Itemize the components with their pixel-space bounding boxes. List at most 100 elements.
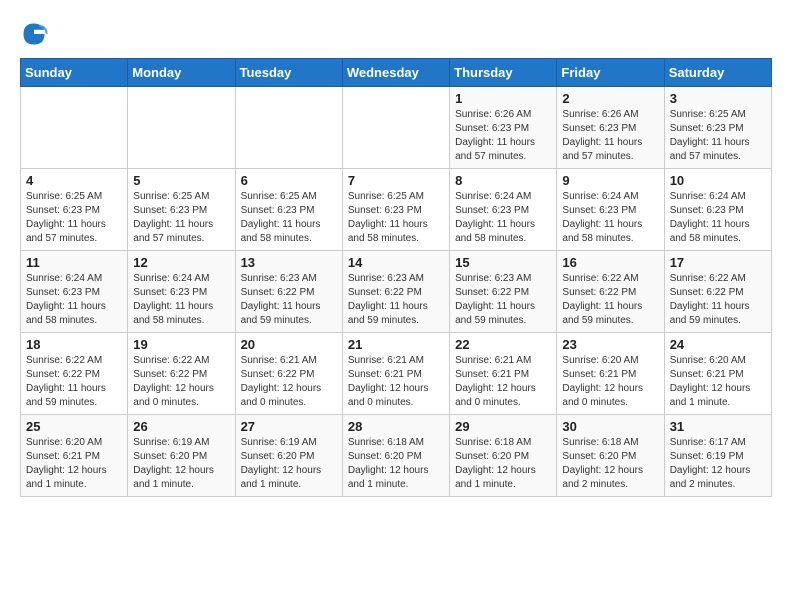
calendar-cell: 3Sunrise: 6:25 AM Sunset: 6:23 PM Daylig…	[664, 87, 771, 169]
day-info: Sunrise: 6:21 AM Sunset: 6:21 PM Dayligh…	[348, 354, 444, 410]
logo-icon	[20, 20, 48, 48]
day-number: 8	[455, 173, 551, 188]
day-info: Sunrise: 6:25 AM Sunset: 6:23 PM Dayligh…	[133, 190, 229, 246]
day-number: 4	[26, 173, 122, 188]
calendar-cell: 15 Sunrise: 6:23 AM Sunset: 6:22 PM Dayli…	[450, 251, 557, 333]
day-info: Sunrise: 6:24 AM Sunset: 6:23 PM Dayligh…	[670, 190, 766, 246]
calendar-cell: 23 Sunrise: 6:20 AM Sunset: 6:21 PM Dayli…	[557, 333, 664, 415]
day-number: 16	[562, 255, 658, 270]
day-info: Sunrise: 6:24 AM Sunset: 6:23 PM Dayligh…	[455, 190, 551, 246]
calendar-cell: 22 Sunrise: 6:21 AM Sunset: 6:21 PM Dayli…	[450, 333, 557, 415]
day-info: Sunrise: 6:25 AM Sunset: 6:23 PM Dayligh…	[241, 190, 337, 246]
day-info: Sunrise: 6:23 AM Sunset: 6:22 PM Dayligh…	[455, 272, 551, 328]
day-info: Sunrise: 6:18 AM Sunset: 6:20 PM Dayligh…	[348, 436, 444, 492]
day-info: Sunrise: 6:26 AM Sunset: 6:23 PM Dayligh…	[562, 108, 658, 164]
calendar-cell: 9 Sunrise: 6:24 AM Sunset: 6:23 PM Daylig…	[557, 169, 664, 251]
calendar-cell: 11Sunrise: 6:24 AM Sunset: 6:23 PM Dayli…	[21, 251, 128, 333]
day-number: 5	[133, 173, 229, 188]
day-number: 23	[562, 337, 658, 352]
calendar-cell	[128, 87, 235, 169]
day-info: Sunrise: 6:25 AM Sunset: 6:23 PM Dayligh…	[26, 190, 122, 246]
calendar-cell	[235, 87, 342, 169]
calendar-header-row: SundayMondayTuesdayWednesdayThursdayFrid…	[21, 59, 772, 87]
day-number: 12	[133, 255, 229, 270]
calendar-week-row: 18 Sunrise: 6:22 AM Sunset: 6:22 PM Dayli…	[21, 333, 772, 415]
calendar-cell: 5 Sunrise: 6:25 AM Sunset: 6:23 PM Daylig…	[128, 169, 235, 251]
day-number: 21	[348, 337, 444, 352]
day-info: Sunrise: 6:20 AM Sunset: 6:21 PM Dayligh…	[670, 354, 766, 410]
calendar-cell: 21 Sunrise: 6:21 AM Sunset: 6:21 PM Dayli…	[342, 333, 449, 415]
day-info: Sunrise: 6:24 AM Sunset: 6:23 PM Dayligh…	[562, 190, 658, 246]
day-of-week-header: Tuesday	[235, 59, 342, 87]
day-number: 9	[562, 173, 658, 188]
calendar-cell: 14Sunrise: 6:23 AM Sunset: 6:22 PM Dayli…	[342, 251, 449, 333]
day-number: 31	[670, 419, 766, 434]
day-number: 26	[133, 419, 229, 434]
day-number: 2	[562, 91, 658, 106]
calendar-week-row: 25 Sunrise: 6:20 AM Sunset: 6:21 PM Dayli…	[21, 415, 772, 497]
day-info: Sunrise: 6:19 AM Sunset: 6:20 PM Dayligh…	[241, 436, 337, 492]
calendar-week-row: 4 Sunrise: 6:25 AM Sunset: 6:23 PM Daylig…	[21, 169, 772, 251]
calendar-cell: 16 Sunrise: 6:22 AM Sunset: 6:22 PM Dayli…	[557, 251, 664, 333]
day-number: 30	[562, 419, 658, 434]
day-info: Sunrise: 6:18 AM Sunset: 6:20 PM Dayligh…	[455, 436, 551, 492]
calendar-week-row: 11Sunrise: 6:24 AM Sunset: 6:23 PM Dayli…	[21, 251, 772, 333]
day-number: 10	[670, 173, 766, 188]
day-number: 17	[670, 255, 766, 270]
day-of-week-header: Thursday	[450, 59, 557, 87]
calendar-cell: 12 Sunrise: 6:24 AM Sunset: 6:23 PM Dayli…	[128, 251, 235, 333]
day-number: 18	[26, 337, 122, 352]
day-info: Sunrise: 6:24 AM Sunset: 6:23 PM Dayligh…	[133, 272, 229, 328]
day-of-week-header: Monday	[128, 59, 235, 87]
calendar-cell: 13 Sunrise: 6:23 AM Sunset: 6:22 PM Dayli…	[235, 251, 342, 333]
day-of-week-header: Wednesday	[342, 59, 449, 87]
day-number: 6	[241, 173, 337, 188]
day-info: Sunrise: 6:24 AM Sunset: 6:23 PM Dayligh…	[26, 272, 122, 328]
day-info: Sunrise: 6:22 AM Sunset: 6:22 PM Dayligh…	[133, 354, 229, 410]
calendar-week-row: 1Sunrise: 6:26 AM Sunset: 6:23 PM Daylig…	[21, 87, 772, 169]
calendar-cell: 28Sunrise: 6:18 AM Sunset: 6:20 PM Dayli…	[342, 415, 449, 497]
calendar-cell	[342, 87, 449, 169]
calendar-cell: 27 Sunrise: 6:19 AM Sunset: 6:20 PM Dayli…	[235, 415, 342, 497]
day-of-week-header: Friday	[557, 59, 664, 87]
day-number: 27	[241, 419, 337, 434]
day-info: Sunrise: 6:26 AM Sunset: 6:23 PM Dayligh…	[455, 108, 551, 164]
day-number: 3	[670, 91, 766, 106]
day-number: 7	[348, 173, 444, 188]
day-number: 15	[455, 255, 551, 270]
calendar-cell: 6 Sunrise: 6:25 AM Sunset: 6:23 PM Daylig…	[235, 169, 342, 251]
day-info: Sunrise: 6:19 AM Sunset: 6:20 PM Dayligh…	[133, 436, 229, 492]
day-number: 25	[26, 419, 122, 434]
day-number: 13	[241, 255, 337, 270]
page-header	[20, 20, 772, 48]
calendar-cell: 7Sunrise: 6:25 AM Sunset: 6:23 PM Daylig…	[342, 169, 449, 251]
day-info: Sunrise: 6:20 AM Sunset: 6:21 PM Dayligh…	[26, 436, 122, 492]
calendar-cell: 17 Sunrise: 6:22 AM Sunset: 6:22 PM Dayli…	[664, 251, 771, 333]
day-info: Sunrise: 6:23 AM Sunset: 6:22 PM Dayligh…	[348, 272, 444, 328]
day-info: Sunrise: 6:22 AM Sunset: 6:22 PM Dayligh…	[562, 272, 658, 328]
day-of-week-header: Sunday	[21, 59, 128, 87]
calendar-table: SundayMondayTuesdayWednesdayThursdayFrid…	[20, 58, 772, 497]
calendar-cell: 18Sunrise: 6:22 AM Sunset: 6:22 PM Dayli…	[21, 333, 128, 415]
day-info: Sunrise: 6:22 AM Sunset: 6:22 PM Dayligh…	[670, 272, 766, 328]
calendar-cell: 8 Sunrise: 6:24 AM Sunset: 6:23 PM Daylig…	[450, 169, 557, 251]
calendar-cell: 19 Sunrise: 6:22 AM Sunset: 6:22 PM Dayli…	[128, 333, 235, 415]
calendar-cell: 24Sunrise: 6:20 AM Sunset: 6:21 PM Dayli…	[664, 333, 771, 415]
logo	[20, 20, 52, 48]
calendar-cell: 20Sunrise: 6:21 AM Sunset: 6:22 PM Dayli…	[235, 333, 342, 415]
calendar-cell: 1Sunrise: 6:26 AM Sunset: 6:23 PM Daylig…	[450, 87, 557, 169]
day-number: 22	[455, 337, 551, 352]
day-info: Sunrise: 6:17 AM Sunset: 6:19 PM Dayligh…	[670, 436, 766, 492]
day-info: Sunrise: 6:23 AM Sunset: 6:22 PM Dayligh…	[241, 272, 337, 328]
day-info: Sunrise: 6:21 AM Sunset: 6:21 PM Dayligh…	[455, 354, 551, 410]
calendar-cell: 31 Sunrise: 6:17 AM Sunset: 6:19 PM Dayli…	[664, 415, 771, 497]
calendar-cell	[21, 87, 128, 169]
day-number: 19	[133, 337, 229, 352]
calendar-cell: 30Sunrise: 6:18 AM Sunset: 6:20 PM Dayli…	[557, 415, 664, 497]
day-of-week-header: Saturday	[664, 59, 771, 87]
calendar-cell: 29 Sunrise: 6:18 AM Sunset: 6:20 PM Dayli…	[450, 415, 557, 497]
calendar-cell: 4 Sunrise: 6:25 AM Sunset: 6:23 PM Daylig…	[21, 169, 128, 251]
calendar-cell: 2 Sunrise: 6:26 AM Sunset: 6:23 PM Daylig…	[557, 87, 664, 169]
day-info: Sunrise: 6:20 AM Sunset: 6:21 PM Dayligh…	[562, 354, 658, 410]
day-number: 29	[455, 419, 551, 434]
